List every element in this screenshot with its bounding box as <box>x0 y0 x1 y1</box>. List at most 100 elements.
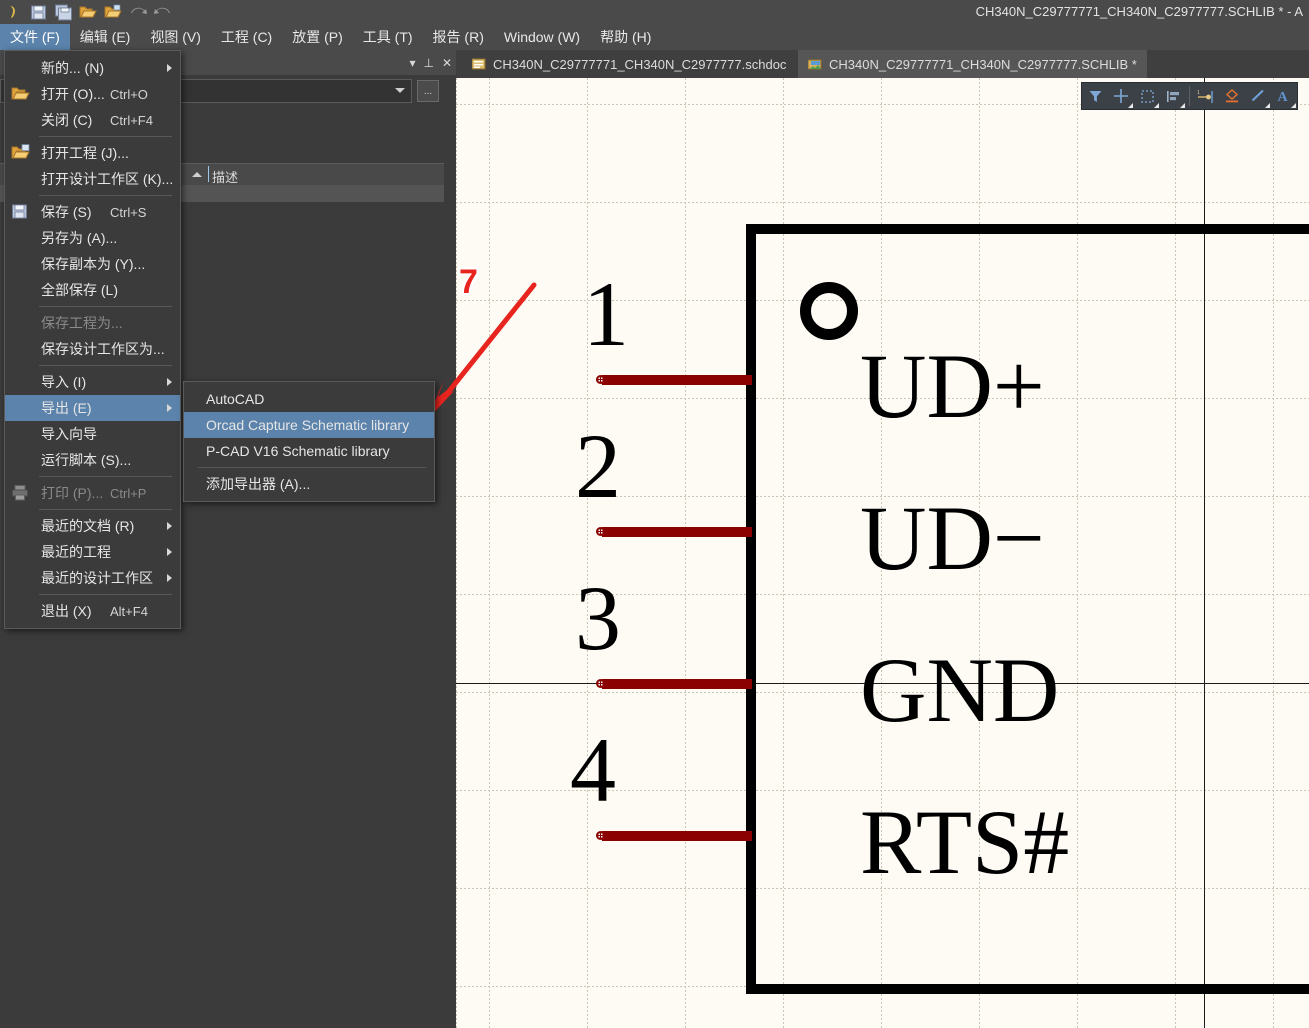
submenu-arrow-icon <box>167 404 172 412</box>
menubar-item-8[interactable]: 帮助 (H) <box>590 24 661 50</box>
file-menu-item-4[interactable]: 打开设计工作区 (K)... <box>5 166 180 192</box>
export-submenu-item-1[interactable]: Orcad Capture Schematic library <box>184 412 434 438</box>
file-menu-item-shortcut: Ctrl+F4 <box>110 112 153 128</box>
file-menu-item-14[interactable]: 运行脚本 (S)... <box>5 447 180 473</box>
menubar-item-6[interactable]: 报告 (R) <box>423 24 494 50</box>
file-menu-item-shortcut: Alt+F4 <box>110 603 148 619</box>
column-header-label: 描述 <box>212 170 239 185</box>
title-bar: CH340N_C29777771_CH340N_C2977777.SCHLIB … <box>0 0 1309 24</box>
move-cross-icon[interactable] <box>1108 83 1134 109</box>
file-menu-item-5[interactable]: 保存 (S) Ctrl+S <box>5 199 180 225</box>
file-menu-item-label: 最近的设计工作区 <box>41 570 153 586</box>
file-menu-item-3[interactable]: 打开工程 (J)... <box>5 140 180 166</box>
menu-separator <box>39 594 172 595</box>
close-icon[interactable]: ✕ <box>442 57 452 69</box>
document-tab-0[interactable]: CH340N_C29777771_CH340N_C2977777.schdoc <box>462 50 797 78</box>
menu-separator <box>198 467 426 468</box>
file-menu-item-8[interactable]: 全部保存 (L) <box>5 277 180 303</box>
export-submenu-dropdown[interactable]: AutoCAD Orcad Capture Schematic library P-… <box>183 381 435 502</box>
document-tab-bar: CH340N_C29777771_CH340N_C2977777.schdoc C… <box>456 50 1309 78</box>
document-tab-1[interactable]: CH340N_C29777771_CH340N_C2977777.SCHLIB … <box>798 50 1147 78</box>
file-menu-item-2[interactable]: 关闭 (C) Ctrl+F4 <box>5 107 180 133</box>
file-menu-item-label: 保存设计工作区为... <box>41 341 165 357</box>
export-submenu-item-label: 添加导出器 (A)... <box>206 476 311 492</box>
file-menu-item-label: 另存为 (A)... <box>41 230 118 246</box>
undo-icon[interactable] <box>127 1 149 23</box>
menubar-item-4[interactable]: 放置 (P) <box>282 24 353 50</box>
file-menu-item-label: 新的... (N) <box>41 60 104 76</box>
file-menu-item-label: 最近的文档 (R) <box>41 518 135 534</box>
file-menu-item-11[interactable]: 导入 (I) <box>5 369 180 395</box>
file-menu-item-label: 关闭 (C) <box>41 112 93 128</box>
menu-separator <box>39 365 172 366</box>
annotation-step-number: 7 <box>459 263 478 301</box>
place-polygon-icon[interactable] <box>1219 83 1245 109</box>
altium-logo-icon[interactable] <box>2 1 24 23</box>
menubar-item-0[interactable]: 文件 (F) <box>0 24 70 50</box>
save-icon <box>11 203 31 221</box>
filter-icon[interactable] <box>1082 83 1108 109</box>
menu-separator <box>39 509 172 510</box>
file-menu-item-9: 保存工程为... <box>5 310 180 336</box>
file-menu-item-label: 打开 (O)... <box>41 86 105 102</box>
menubar-item-1[interactable]: 编辑 (E) <box>70 24 141 50</box>
document-tab-label: CH340N_C29777771_CH340N_C2977777.SCHLIB … <box>829 56 1137 72</box>
open-project-icon[interactable] <box>102 1 124 23</box>
file-menu-item-10[interactable]: 保存设计工作区为... <box>5 336 180 362</box>
sort-ascending-icon <box>192 172 202 177</box>
window-title: CH340N_C29777771_CH340N_C2977777.SCHLIB … <box>975 4 1303 19</box>
export-submenu-item-3[interactable]: 添加导出器 (A)... <box>184 471 434 497</box>
pin-name: UD+ <box>860 335 1045 437</box>
menubar-item-2[interactable]: 视图 (V) <box>140 24 211 50</box>
place-line-icon[interactable] <box>1245 83 1271 109</box>
selection-rect-icon[interactable] <box>1134 83 1160 109</box>
align-icon[interactable] <box>1160 83 1186 109</box>
save-all-icon[interactable] <box>52 1 74 23</box>
submenu-arrow-icon <box>167 522 172 530</box>
file-menu-item-shortcut: Ctrl+S <box>110 204 147 220</box>
file-menu-item-18[interactable]: 最近的设计工作区 <box>5 565 180 591</box>
pin-name: RTS# <box>860 791 1070 893</box>
redo-icon[interactable] <box>152 1 174 23</box>
file-menu-item-12[interactable]: 导出 (E) <box>5 395 180 421</box>
pin-icon[interactable]: ⊥ <box>423 57 433 69</box>
pin-name: GND <box>860 639 1060 741</box>
export-submenu-item-2[interactable]: P-CAD V16 Schematic library <box>184 438 434 464</box>
file-menu-item-7[interactable]: 保存副本为 (Y)... <box>5 251 180 277</box>
place-pin-icon[interactable]: 1 <box>1193 83 1219 109</box>
export-submenu-item-label: P-CAD V16 Schematic library <box>206 443 390 459</box>
document-tab-label: CH340N_C29777771_CH340N_C2977777.schdoc <box>493 56 787 72</box>
open-icon[interactable] <box>77 1 99 23</box>
file-menu-item-17[interactable]: 最近的工程 <box>5 539 180 565</box>
submenu-arrow-icon <box>167 574 172 582</box>
file-menu-item-0[interactable]: 新的... (N) <box>5 55 180 81</box>
place-text-icon[interactable]: A <box>1271 83 1297 109</box>
pin-number: 4 <box>570 719 616 821</box>
file-menu-item-6[interactable]: 另存为 (A)... <box>5 225 180 251</box>
pin-number: 2 <box>575 415 621 517</box>
menubar-item-5[interactable]: 工具 (T) <box>353 24 423 50</box>
file-menu-item-label: 保存 (S) <box>41 204 92 220</box>
chevron-down-icon[interactable] <box>395 88 405 93</box>
schematic-canvas[interactable]: 1 UD+ 2 UD− 3 GND 4 RTS# 1 A <box>456 78 1309 1028</box>
menubar-item-7[interactable]: Window (W) <box>494 24 590 50</box>
chevron-down-icon[interactable]: ▾ <box>409 57 415 69</box>
schematic-mini-toolbar: 1 A <box>1081 82 1298 110</box>
file-menu-item-15: 打印 (P)... Ctrl+P <box>5 480 180 506</box>
file-menu-item-shortcut: Ctrl+O <box>110 86 148 102</box>
file-menu-item-label: 保存工程为... <box>41 315 123 331</box>
file-menu-item-19[interactable]: 退出 (X) Alt+F4 <box>5 598 180 624</box>
component-pin1-marker-icon <box>800 282 858 340</box>
browse-button[interactable]: ... <box>417 80 439 102</box>
svg-text:1: 1 <box>1197 90 1200 96</box>
file-menu-dropdown[interactable]: 新的... (N) 打开 (O)... Ctrl+O 关闭 (C) Ctrl+F4 打开工… <box>4 50 181 629</box>
export-submenu-item-0[interactable]: AutoCAD <box>184 386 434 412</box>
open-project-icon <box>11 144 31 162</box>
save-icon[interactable] <box>27 1 49 23</box>
file-menu-item-1[interactable]: 打开 (O)... Ctrl+O <box>5 81 180 107</box>
file-menu-item-16[interactable]: 最近的文档 (R) <box>5 513 180 539</box>
open-folder-icon <box>11 85 31 103</box>
file-menu-item-13[interactable]: 导入向导 <box>5 421 180 447</box>
menubar-item-3[interactable]: 工程 (C) <box>211 24 282 50</box>
menu-separator <box>39 476 172 477</box>
